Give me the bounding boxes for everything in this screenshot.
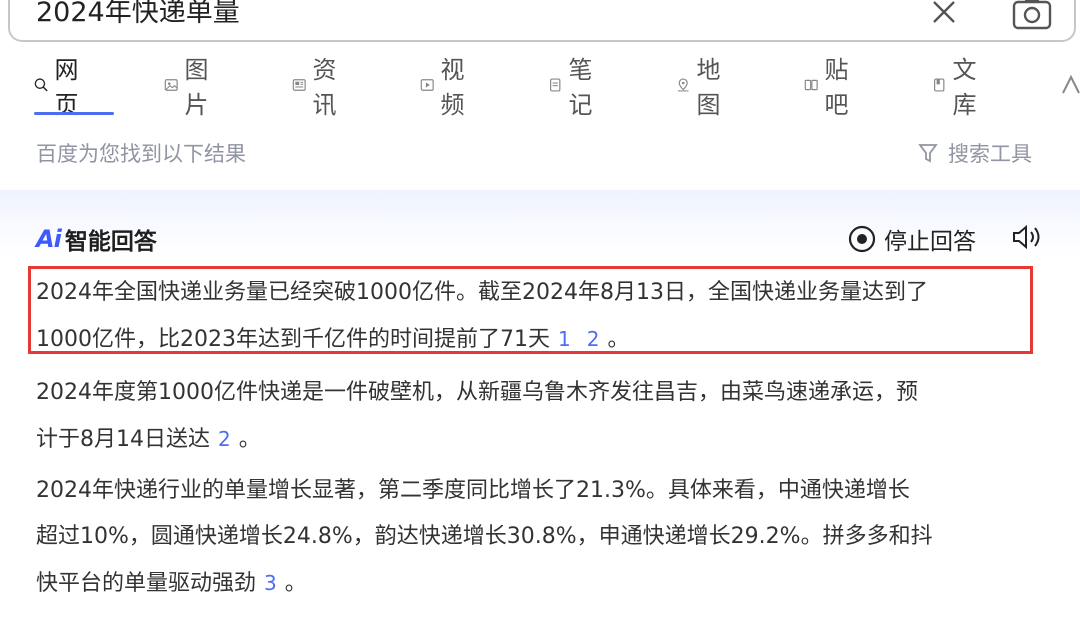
tab-tieba[interactable]: 贴吧 xyxy=(804,56,856,119)
tab-label: 地图 xyxy=(696,56,721,119)
filter-icon xyxy=(918,144,938,163)
note-icon xyxy=(550,78,561,92)
tab-label: 文库 xyxy=(952,56,977,119)
tab-label: 贴吧 xyxy=(824,56,849,119)
stop-answer-label: 停止回答 xyxy=(884,229,976,255)
close-icon[interactable] xyxy=(930,0,958,26)
search-tools-button[interactable]: 搜索工具 xyxy=(918,138,1032,168)
search-icon xyxy=(34,78,48,92)
camera-icon[interactable] xyxy=(1012,0,1052,30)
tab-videos[interactable]: 视频 xyxy=(420,56,472,119)
tab-images[interactable]: 图片 xyxy=(164,56,216,119)
paragraph-tail: 。 xyxy=(284,571,307,596)
tab-notes[interactable]: 笔记 xyxy=(548,56,600,119)
tab-map[interactable]: 地图 xyxy=(676,56,728,119)
active-tab-indicator xyxy=(34,112,114,115)
search-tools-label: 搜索工具 xyxy=(948,142,1032,166)
paragraph-line: 快平台的单量驱动强劲 xyxy=(36,571,257,596)
image-icon xyxy=(164,79,178,91)
tab-label: 图片 xyxy=(184,56,209,119)
paragraph-tail: 。 xyxy=(238,427,261,452)
paragraph-line-with-citations: 快平台的单量驱动强劲 3 。 xyxy=(36,560,933,607)
tab-label: 网页 xyxy=(54,56,79,119)
tab-more[interactable] xyxy=(1060,68,1080,102)
citation-link[interactable]: 2 xyxy=(218,427,231,451)
doc-icon xyxy=(934,78,945,92)
map-icon xyxy=(677,78,689,92)
video-icon xyxy=(420,79,434,91)
paragraph-line: 计于8月14日送达 xyxy=(36,427,210,452)
paragraph-line: 超过10%，圆通快递增长24.8%，韵达快递增长30.8%，申通快递增长29.2… xyxy=(36,524,933,549)
ai-logo: Ai xyxy=(36,225,62,253)
tab-library[interactable]: 文库 xyxy=(932,56,984,119)
stop-icon xyxy=(848,225,876,253)
search-input[interactable]: 2024年快递单量 xyxy=(36,0,240,30)
tieba-icon xyxy=(804,79,818,91)
ai-answer-paragraph-3: 2024年快递行业的单量增长显著，第二季度同比增长了21.3%。具体来看，中通快… xyxy=(36,468,933,607)
citation-link[interactable]: 3 xyxy=(264,571,277,595)
tab-web[interactable]: 网页 xyxy=(34,56,86,119)
paragraph-line: 2024年快递行业的单量增长显著，第二季度同比增长了21.3%。具体来看，中通快… xyxy=(36,478,910,503)
news-icon xyxy=(292,79,306,91)
ai-answer-header: Ai 智能回答 xyxy=(36,222,157,256)
ai-answer-paragraph-2: 2024年度第1000亿件快递是一件破壁机，从新疆乌鲁木齐发往昌吉，由菜鸟速递承… xyxy=(36,370,918,463)
result-count-info: 百度为您找到以下结果 xyxy=(36,142,246,166)
highlight-annotation-box xyxy=(28,266,1033,354)
speaker-icon[interactable] xyxy=(1010,222,1044,252)
more-tab-icon xyxy=(1062,74,1080,94)
paragraph-line: 2024年度第1000亿件快递是一件破壁机，从新疆乌鲁木齐发往昌吉，由菜鸟速递承… xyxy=(36,380,918,405)
paragraph-line-with-citations: 计于8月14日送达 2 。 xyxy=(36,416,918,463)
search-box[interactable]: 2024年快递单量 xyxy=(8,0,1076,42)
tab-news[interactable]: 资讯 xyxy=(292,56,344,119)
tab-label: 笔记 xyxy=(568,56,593,119)
tab-label: 资讯 xyxy=(312,56,337,119)
tab-label: 视频 xyxy=(440,56,465,119)
ai-answer-title: 智能回答 xyxy=(64,229,157,255)
stop-answer-button[interactable]: 停止回答 xyxy=(848,222,976,256)
